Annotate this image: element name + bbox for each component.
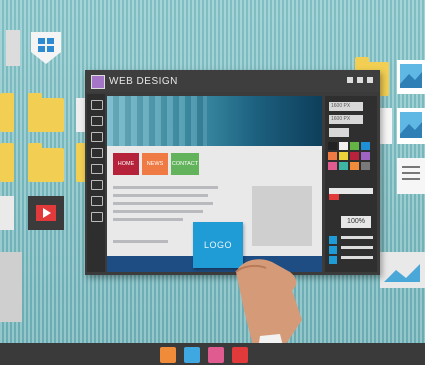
brush-tool-icon[interactable]	[91, 132, 103, 142]
folder-icon	[0, 143, 14, 182]
width-field[interactable]: 1600 PX	[329, 102, 363, 111]
window-title: WEB DESIGN	[109, 76, 178, 87]
unit-field[interactable]	[329, 128, 349, 137]
minimize-icon[interactable]	[347, 77, 353, 83]
color-swatch[interactable]	[350, 152, 359, 160]
text-line	[113, 218, 183, 221]
paper-cutout	[6, 30, 20, 66]
shape-tool-icon[interactable]	[91, 148, 103, 158]
color-swatch[interactable]	[328, 162, 337, 170]
shield-windows-icon	[28, 30, 64, 66]
properties-panel: 1600 PX 1600 PX 100%	[325, 96, 377, 272]
image-thumbnail-icon	[397, 108, 425, 144]
video-play-icon	[28, 196, 64, 230]
layer-row	[341, 236, 373, 239]
color-swatch[interactable]	[328, 152, 337, 160]
layer-row	[341, 246, 373, 249]
color-swatch[interactable]	[339, 162, 348, 170]
paper-cutout	[0, 196, 14, 230]
text-line	[113, 240, 168, 243]
layer-icon[interactable]	[329, 256, 337, 264]
height-field[interactable]: 1600 PX	[329, 115, 363, 124]
folder-icon	[28, 93, 64, 132]
photo-icon[interactable]	[208, 347, 224, 363]
bottom-dock	[0, 343, 425, 365]
eraser-tool-icon[interactable]	[91, 212, 103, 222]
image-placeholder	[252, 186, 312, 246]
eyedropper-tool-icon[interactable]	[91, 196, 103, 206]
image-thumbnail-icon	[397, 60, 425, 94]
text-line	[113, 186, 218, 189]
color-swatch[interactable]	[350, 142, 359, 150]
photo-scene: WEB DESIGN HOME NEWS CONTACT 1600 PX 160…	[0, 0, 425, 365]
paper-cutout	[380, 108, 392, 144]
color-swatch[interactable]	[361, 152, 370, 160]
slider-track[interactable]	[329, 188, 373, 194]
document-icon	[397, 158, 425, 194]
text-line	[113, 202, 213, 205]
color-swatch[interactable]	[339, 142, 348, 150]
folder-icon	[0, 93, 14, 132]
layer-icon[interactable]	[329, 236, 337, 244]
nav-contact-button[interactable]: CONTACT	[171, 153, 199, 175]
layer-icon[interactable]	[329, 246, 337, 254]
nav-news-button[interactable]: NEWS	[142, 153, 168, 175]
color-swatch[interactable]	[328, 142, 337, 150]
zoom-level[interactable]: 100%	[341, 216, 371, 228]
color-swatch[interactable]	[350, 162, 359, 170]
tools-panel	[87, 94, 105, 272]
folder-icon	[28, 143, 64, 182]
select-tool-icon[interactable]	[91, 100, 103, 110]
music-icon[interactable]	[160, 347, 176, 363]
app-logo-icon	[91, 75, 105, 89]
text-line	[113, 210, 203, 213]
hero-banner	[107, 96, 322, 146]
hand	[232, 250, 312, 350]
color-swatch[interactable]	[361, 142, 370, 150]
title-bar: WEB DESIGN	[85, 70, 380, 92]
color-palette	[328, 142, 374, 182]
image-thumbnail-icon	[380, 252, 425, 288]
rectangle-tool-icon[interactable]	[91, 164, 103, 174]
pen-tool-icon[interactable]	[91, 116, 103, 126]
folder-icon[interactable]	[184, 347, 200, 363]
fill-tool-icon[interactable]	[91, 180, 103, 190]
layer-row	[341, 256, 373, 259]
maximize-icon[interactable]	[357, 77, 363, 83]
close-icon[interactable]	[367, 77, 373, 83]
paper-stack	[0, 252, 22, 322]
nav-home-button[interactable]: HOME	[113, 153, 139, 175]
color-swatch[interactable]	[361, 162, 370, 170]
color-swatch[interactable]	[339, 152, 348, 160]
video-icon[interactable]	[232, 347, 248, 363]
text-line	[113, 194, 208, 197]
